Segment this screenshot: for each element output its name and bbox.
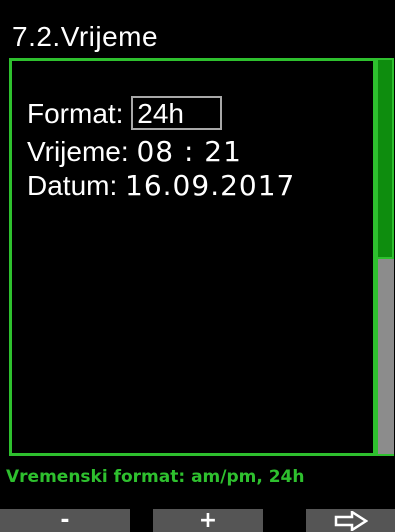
plus-button-label: + — [198, 508, 218, 532]
next-button[interactable] — [306, 509, 395, 532]
format-row: Format: 24h — [27, 96, 222, 130]
page-title: 7.2.Vrijeme — [12, 21, 159, 52]
scrollbar[interactable] — [376, 58, 394, 456]
scrollbar-track[interactable] — [376, 259, 394, 456]
date-row: Datum: 16.09.2017 — [27, 170, 295, 202]
date-value[interactable]: 16.09.2017 — [125, 169, 295, 202]
date-label: Datum: — [27, 170, 118, 201]
format-label: Format: — [27, 98, 124, 129]
scrollbar-thumb[interactable] — [376, 58, 394, 259]
minus-button-label: - — [60, 508, 70, 532]
plus-button[interactable]: + — [153, 508, 263, 532]
hint-text: Vremenski format: am/pm, 24h — [6, 467, 305, 487]
minus-button[interactable]: - — [0, 508, 130, 532]
time-label: Vrijeme: — [27, 136, 129, 167]
format-field[interactable]: 24h — [131, 96, 222, 130]
time-value[interactable]: 08 : 21 — [136, 135, 242, 168]
dive-computer-screen: 7.2.Vrijeme Format: 24h Vrijeme: 08 : 21… — [0, 0, 395, 532]
time-row: Vrijeme: 08 : 21 — [27, 136, 242, 168]
arrow-right-icon — [334, 510, 368, 531]
